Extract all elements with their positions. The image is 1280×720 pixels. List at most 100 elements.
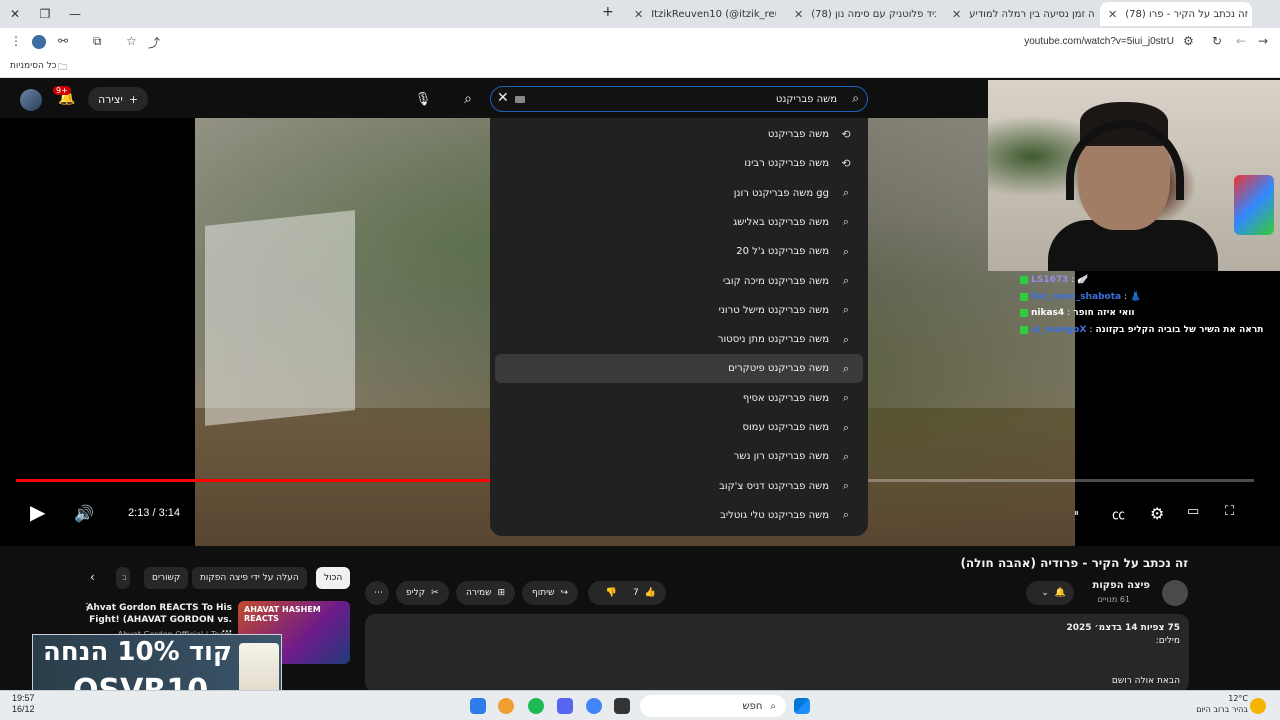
terminal-icon[interactable] xyxy=(614,698,630,714)
close-tab-icon[interactable]: ✕ xyxy=(952,8,961,21)
keyboard-icon[interactable] xyxy=(515,96,525,103)
notification-badge: 9+ xyxy=(53,86,71,95)
tab-ramla[interactable]: ✕ כמה זמן נסיעה בין רמלה למודיע xyxy=(944,2,1094,26)
chevron-left-icon[interactable]: ‹ xyxy=(90,570,95,584)
create-button[interactable]: יצירה + xyxy=(88,87,149,111)
tab-active-video[interactable]: ✕ (78) זה נכתב על הקיר - פרו xyxy=(1100,2,1252,26)
like-icon[interactable]: 👍 xyxy=(645,588,656,598)
calculator-icon[interactable] xyxy=(470,698,486,714)
dislike-icon[interactable]: 👎 xyxy=(606,588,617,598)
reload-icon[interactable]: ↻ xyxy=(1212,34,1222,48)
suggestion-text: משה פבריקנט דניס צ'קוב xyxy=(719,480,829,492)
address-bar[interactable]: youtube.com/watch?v=5iui_j0strU xyxy=(1024,36,1174,47)
plus-icon: + xyxy=(128,92,139,106)
clear-search-icon[interactable]: ✕ xyxy=(497,90,509,106)
description-box[interactable] xyxy=(365,614,1189,692)
chat-username[interactable]: LS1673 xyxy=(1031,275,1068,285)
theater-mode-icon[interactable]: ▭ xyxy=(1187,504,1199,519)
search-suggestion[interactable]: משה פבריקנט באלישג ⌕ xyxy=(495,208,863,237)
paint-icon[interactable] xyxy=(498,698,514,714)
site-settings-icon[interactable]: ⚙ xyxy=(1183,34,1194,48)
chip-more[interactable]: ב xyxy=(116,567,130,589)
close-tab-icon[interactable]: ✕ xyxy=(634,8,643,21)
autoplay-toggle[interactable]: ⏸ xyxy=(1074,508,1079,519)
search-suggestion[interactable]: משה פבריקנט רונן gg ⌕ xyxy=(495,179,863,208)
forward-icon[interactable]: ← xyxy=(1236,34,1246,48)
suggestion-text: משה פבריקנט רונן gg xyxy=(733,187,829,199)
chip-all[interactable]: הכול xyxy=(316,567,351,589)
search-icon: ⌕ xyxy=(842,449,850,463)
chat-username[interactable]: ui_mangoX xyxy=(1031,325,1086,335)
play-icon[interactable]: ▶ xyxy=(30,500,45,524)
suggestion-text: משה פבריקנט רבינו xyxy=(744,158,829,170)
bookmark-star-icon[interactable]: ☆ xyxy=(126,34,137,48)
folder-icon: 🗀 xyxy=(58,63,68,73)
search-suggestion[interactable]: משה פבריקנט מיכה קובי ⌕ xyxy=(495,267,863,296)
browser-tab-bar: ✕ ❐ — + ✕ ItzikReuven10 (@itzik_reuven1 … xyxy=(0,0,1280,28)
search-icon: ⌕ xyxy=(842,479,850,493)
close-window-icon[interactable]: ✕ xyxy=(0,0,30,28)
clip-label: קליפ xyxy=(406,588,426,598)
recommendation-menu-icon[interactable]: ⋮ xyxy=(82,602,92,613)
chat-username[interactable]: nikas4 xyxy=(1031,308,1064,318)
volume-icon[interactable]: 🔊 xyxy=(74,504,94,523)
search-suggestion[interactable]: משה פבריקנט אסיף ⌕ xyxy=(495,384,863,413)
search-suggestion[interactable]: משה פבריקנט רבינו ⟲ xyxy=(495,149,863,178)
share-icon: ↪ xyxy=(560,588,569,598)
fullscreen-icon[interactable]: ⛶ xyxy=(1225,504,1234,519)
discord-icon[interactable] xyxy=(557,698,573,714)
search-suggestion[interactable]: משה פבריקנט רון נשר ⌕ xyxy=(495,442,863,471)
search-suggestion[interactable]: משה פבריקנט ג'ל 20 ⌕ xyxy=(495,237,863,266)
close-tab-icon[interactable]: ✕ xyxy=(794,8,803,21)
subscribed-button[interactable]: 🔔 ⌄ xyxy=(1026,581,1074,605)
all-bookmarks-label[interactable]: כל הסימניות xyxy=(10,61,57,71)
share-page-icon[interactable]: ⤴ xyxy=(148,34,160,51)
search-icon: ⌕ xyxy=(842,303,850,317)
suggestion-text: משה פבריקנט ג'ל 20 xyxy=(736,246,829,258)
tab-itzik[interactable]: ✕ ItzikReuven10 (@itzik_reuven1 xyxy=(626,2,776,26)
stream-chat: LS1673: 🪽 lior_ronn_shabota: 👗 nikas4: וואי א… xyxy=(1020,272,1280,338)
taskbar-search[interactable]: ⌕ חפש xyxy=(640,695,786,717)
save-button[interactable]: ⊞ שמירה xyxy=(456,581,516,605)
share-button[interactable]: ↪ שיתוף xyxy=(522,581,579,605)
channel-name[interactable]: פיצה הפקות xyxy=(1093,580,1150,591)
search-suggestion[interactable]: משה פבריקנט עמוס ⌕ xyxy=(495,413,863,442)
restore-window-icon[interactable]: ❐ xyxy=(30,0,60,28)
new-tab-button[interactable]: + xyxy=(602,4,614,20)
suggestion-text: משה פבריקנט אסיף xyxy=(742,392,829,404)
search-suggestion[interactable]: משה פבריקנט פיטקרים ⌕ xyxy=(495,354,863,384)
menu-icon[interactable]: ⋮ xyxy=(10,34,22,48)
windows-start-icon[interactable] xyxy=(794,698,810,714)
search-suggestion[interactable]: משה פבריקנט דניס צ'קוב ⌕ xyxy=(495,472,863,501)
search-suggestion[interactable]: משה פבריקנט מישל טרוני ⌕ xyxy=(495,296,863,325)
minimize-window-icon[interactable]: — xyxy=(60,0,90,28)
close-tab-icon[interactable]: ✕ xyxy=(1108,8,1117,21)
back-icon[interactable]: → xyxy=(1258,34,1268,48)
search-icon[interactable]: ⌕ xyxy=(452,85,484,113)
clock[interactable]: 19:57 16/12 xyxy=(12,693,35,715)
extensions-icon[interactable]: ⚯ xyxy=(58,34,68,48)
channel-avatar[interactable] xyxy=(1162,580,1188,606)
time-display: 2:13 / 3:14 xyxy=(128,507,180,519)
search-suggestion[interactable]: משה פבריקנט ⟲ xyxy=(495,120,863,149)
spotify-icon[interactable] xyxy=(528,698,544,714)
chip-related[interactable]: קשורים xyxy=(144,567,189,589)
chrome-icon[interactable] xyxy=(586,698,602,714)
weather-widget[interactable]: 12°C בהיר ברוב היום xyxy=(1196,693,1248,715)
voice-search-mic-icon[interactable]: 🎙 xyxy=(410,88,436,110)
search-input[interactable] xyxy=(557,90,837,108)
avatar[interactable] xyxy=(20,89,42,111)
search-suggestion[interactable]: משה פבריקנט מתן ניסטור ⌕ xyxy=(495,325,863,354)
chat-username[interactable]: lior_ronn_shabota xyxy=(1031,292,1121,302)
clip-button[interactable]: ✂ קליפ xyxy=(396,581,449,605)
chip-uploaded-by[interactable]: העלה על ידי פיצה הפקות xyxy=(192,567,307,589)
subtitles-icon[interactable]: ㏄ xyxy=(1112,504,1125,523)
subscriber-count: 61 מנויים xyxy=(1097,595,1130,604)
profile-icon[interactable] xyxy=(32,35,46,49)
more-actions-button[interactable]: ⋯ xyxy=(365,581,389,605)
settings-gear-icon[interactable]: ⚙ xyxy=(1150,504,1164,523)
tab-ravid[interactable]: ✕ (78) רביד פלוטניק עם סימה נון xyxy=(786,2,936,26)
search-suggestion[interactable]: משה פבריקנט טלי גוטליב ⌕ xyxy=(495,501,863,530)
puzzle-icon[interactable]: ⧉ xyxy=(93,34,102,49)
recommendation-title[interactable]: Ahvat Gordon REACTS To His xyxy=(84,602,232,615)
